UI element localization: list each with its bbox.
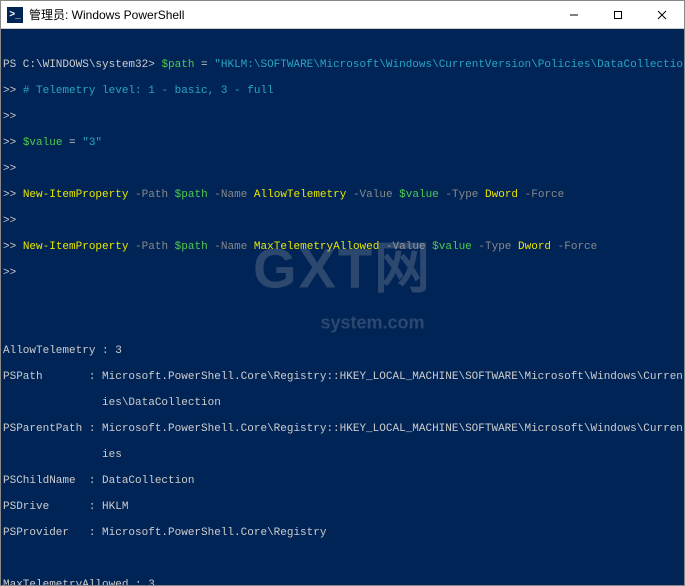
out1-pspath2: ies\DataCollection [3, 397, 682, 410]
cmd-line-6: >> New-ItemProperty -Path $path -Name Al… [3, 189, 682, 202]
blank [3, 553, 682, 566]
out1-pspath: PSPath : Microsoft.PowerShell.Core\Regis… [3, 371, 682, 384]
cmd-line-1: PS C:\WINDOWS\system32> $path = "HKLM:\S… [3, 59, 682, 72]
app-icon: >_ [7, 7, 23, 23]
blank [3, 293, 682, 306]
window-title: 管理员: Windows PowerShell [29, 6, 552, 23]
watermark: GXT网 system.com [253, 214, 432, 355]
out1-psparent: PSParentPath : Microsoft.PowerShell.Core… [3, 423, 682, 436]
minimize-button[interactable] [552, 1, 596, 28]
out2-header: MaxTelemetryAllowed : 3 [3, 579, 682, 585]
powershell-window: >_ 管理员: Windows PowerShell GXT网 system.c… [0, 0, 685, 586]
cmd-line-2: >> # Telemetry level: 1 - basic, 3 - ful… [3, 85, 682, 98]
close-button[interactable] [640, 1, 684, 28]
window-controls [552, 1, 684, 28]
maximize-button[interactable] [596, 1, 640, 28]
out1-drive: PSDrive : HKLM [3, 501, 682, 514]
blank [3, 319, 682, 332]
out1-provider: PSProvider : Microsoft.PowerShell.Core\R… [3, 527, 682, 540]
cmd-line-9: >> [3, 267, 682, 280]
out1-psparent2: ies [3, 449, 682, 462]
out1-header: AllowTelemetry : 3 [3, 345, 682, 358]
titlebar[interactable]: >_ 管理员: Windows PowerShell [1, 1, 684, 29]
cmd-line-4: >> $value = "3" [3, 137, 682, 150]
terminal-area[interactable]: GXT网 system.com PS C:\WINDOWS\system32> … [1, 29, 684, 585]
out1-child: PSChildName : DataCollection [3, 475, 682, 488]
cmd-line-8: >> New-ItemProperty -Path $path -Name Ma… [3, 241, 682, 254]
cmd-line-7: >> [3, 215, 682, 228]
cmd-line-5: >> [3, 163, 682, 176]
cmd-line-3: >> [3, 111, 682, 124]
